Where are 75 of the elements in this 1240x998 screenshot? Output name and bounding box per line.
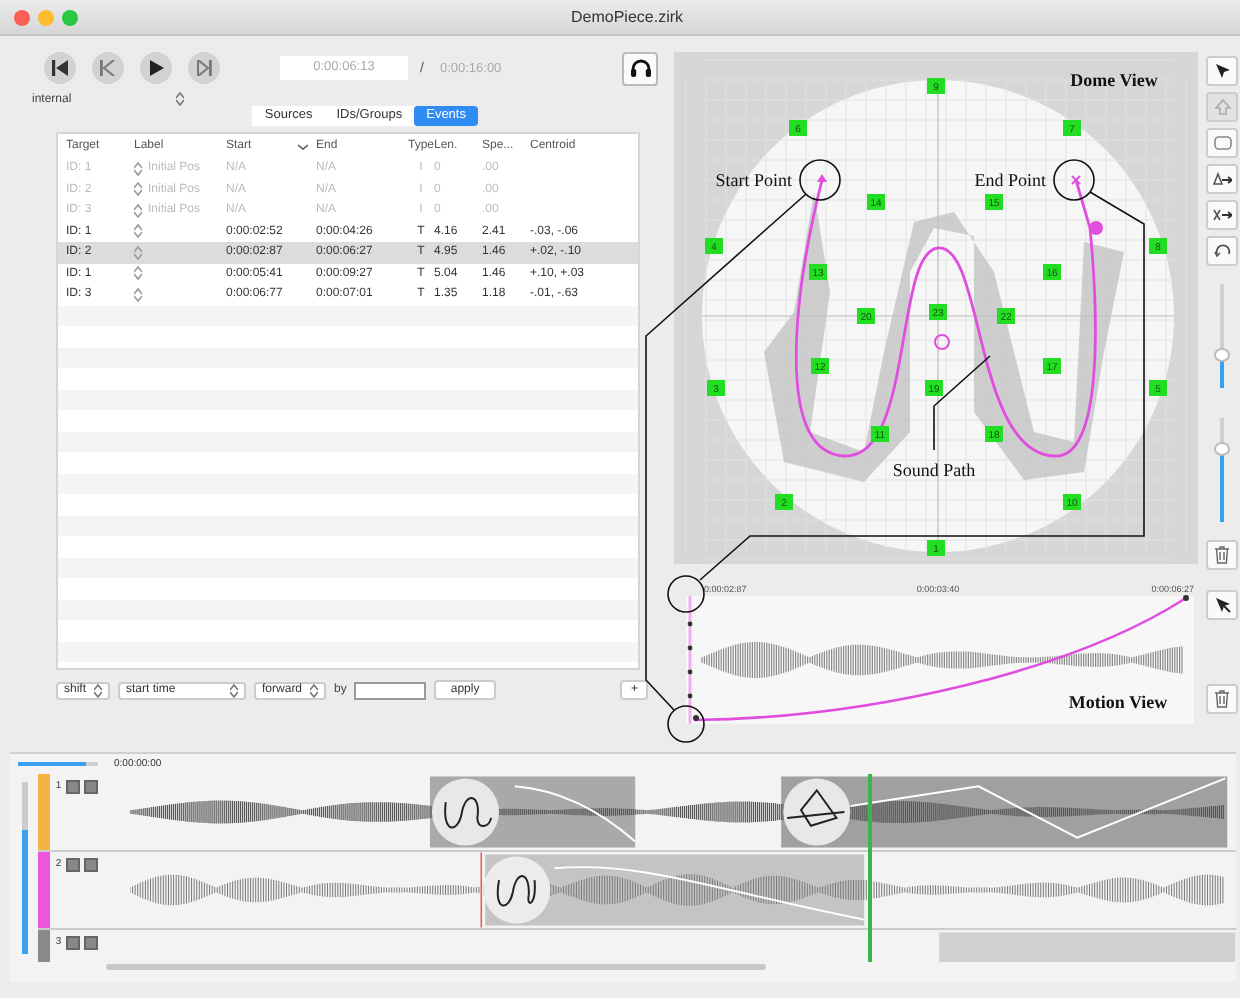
stepper-icon[interactable] [134, 245, 142, 260]
vertical-slider[interactable] [1220, 284, 1225, 388]
play-button[interactable] [140, 52, 172, 84]
headphones-button[interactable] [622, 51, 659, 85]
stepper-icon[interactable] [134, 287, 142, 302]
callout-circle [799, 159, 841, 201]
stepper-icon[interactable] [134, 224, 142, 239]
annotation-label: Sound Path [892, 460, 976, 480]
curve-point[interactable] [1183, 595, 1190, 601]
play-icon [148, 60, 164, 76]
centroid-marker [934, 334, 951, 350]
path-point[interactable] [1089, 221, 1104, 235]
motion-thumbnail[interactable] [484, 856, 552, 924]
callout-circle [667, 575, 705, 613]
mute-button[interactable] [65, 858, 80, 872]
zoom-button[interactable] [62, 9, 78, 25]
stepper-icon[interactable] [175, 92, 184, 106]
solo-button[interactable] [83, 780, 98, 794]
pointer-icon [1213, 62, 1232, 80]
pointer-tool-button[interactable] [1206, 590, 1239, 620]
trash-button[interactable] [1206, 684, 1239, 714]
rewind-button[interactable] [92, 52, 124, 84]
skip-forward-button[interactable] [188, 52, 220, 84]
rewind-icon [100, 60, 116, 76]
marker-line [481, 852, 483, 928]
start-marker[interactable] [817, 174, 828, 182]
slider-thumb[interactable] [1214, 441, 1231, 456]
skip-back-button[interactable] [44, 52, 76, 84]
trash-icon [1214, 690, 1231, 708]
motion-thumbnail[interactable] [784, 778, 852, 846]
skip-back-icon [52, 60, 68, 76]
solo-button[interactable] [83, 858, 98, 872]
slider-thumb[interactable] [1214, 348, 1231, 363]
trash-button[interactable] [1206, 540, 1239, 570]
up-arrow-icon [1213, 98, 1232, 116]
cross-arrow-button[interactable] [1206, 200, 1239, 230]
rotate-button[interactable] [1206, 236, 1239, 266]
view-title: Dome View [1071, 70, 1159, 90]
path-thumbnail-drawing [497, 875, 537, 907]
path-thumbnail-drawing [445, 797, 493, 829]
close-button[interactable] [14, 9, 30, 25]
skip-forward-icon [196, 60, 212, 76]
view-title: Motion View [1069, 692, 1168, 712]
annotation-label: End Point [974, 170, 1046, 190]
stepper-icon[interactable] [134, 266, 142, 281]
callout-circle [1053, 159, 1095, 201]
keyframe-dots[interactable] [688, 621, 694, 699]
scrollbar[interactable] [106, 964, 766, 970]
triangle-arrow-icon [1212, 172, 1233, 186]
clip-region[interactable] [940, 932, 1236, 962]
callout-circle [667, 705, 705, 743]
stepper-icon [230, 683, 239, 697]
window-title: DemoPiece.zirk [571, 8, 684, 26]
annotation-label: Start Point [715, 170, 792, 190]
motion-thumbnail[interactable] [432, 778, 500, 846]
stepper-icon [94, 683, 103, 697]
mute-button[interactable] [65, 780, 80, 794]
path-thumbnail-drawing [787, 788, 847, 827]
triangle-arrow-button[interactable] [1206, 164, 1239, 194]
stepper-icon [310, 683, 319, 697]
sort-icon [298, 143, 308, 149]
pointer-icon [1213, 596, 1232, 614]
amount-field[interactable] [354, 681, 427, 699]
vertical-slider[interactable] [1220, 418, 1225, 522]
curve-point[interactable] [693, 715, 700, 721]
trash-icon [1214, 546, 1231, 564]
solo-button[interactable] [83, 936, 98, 950]
volume-slider[interactable] [22, 782, 28, 954]
cross-arrow-icon [1212, 208, 1233, 222]
headphones-icon [629, 58, 652, 78]
mute-button[interactable] [65, 936, 80, 950]
pointer-tool-button[interactable] [1206, 56, 1239, 86]
end-marker[interactable] [1071, 175, 1082, 185]
rotate-icon [1213, 242, 1232, 260]
rounded-rectangle-icon [1213, 136, 1232, 150]
